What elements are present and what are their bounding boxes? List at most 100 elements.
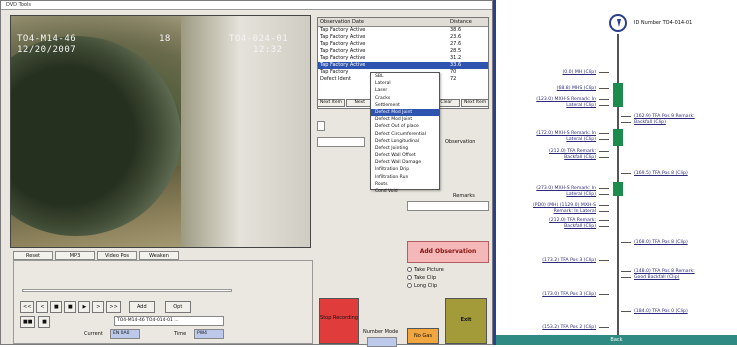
next-item-button[interactable]: Next Item (317, 99, 345, 107)
dropdown-option[interactable]: Defect Out of place (371, 123, 439, 130)
play-button[interactable]: ▶ (78, 301, 91, 313)
tab-weaken[interactable]: Weaken (139, 251, 179, 260)
options-button[interactable]: Opt (164, 301, 191, 313)
log-entry-link[interactable]: (212.0) TFA Remark: (506, 218, 596, 223)
observation-row[interactable]: Tap Factory Active 38.6 (318, 27, 488, 34)
observation-row[interactable]: Tap Factory Active 27.6 (318, 41, 488, 48)
log-entry-link[interactable]: (273.0) MXH-S Remark: In (506, 186, 596, 191)
dropdown-option[interactable]: Infiltration Drip (371, 166, 439, 173)
log-tick (621, 122, 631, 123)
log-footer[interactable]: Back (496, 335, 737, 345)
time-value[interactable]: PW4 (194, 329, 224, 339)
add-button[interactable]: Add (128, 301, 155, 313)
next-item-button-2[interactable]: Next Item (461, 99, 489, 107)
pause-button[interactable]: ■ (64, 301, 77, 313)
observation-distance: 33.6 (450, 62, 462, 68)
dropdown-option[interactable]: Lateral (371, 80, 439, 87)
dropdown-option[interactable]: Defect Jointing (371, 145, 439, 152)
tab-reset[interactable]: Reset (13, 251, 53, 260)
observation-distance: 23.6 (450, 34, 462, 40)
stop-button[interactable]: ■ (50, 301, 63, 313)
osd-asset-id: TO4-M14-46 (17, 34, 77, 44)
log-entry-link[interactable]: (0.0) MH (Clip) (506, 70, 597, 75)
record-mode-button[interactable]: ■■ (20, 316, 36, 328)
record-button[interactable]: ■ (38, 316, 51, 328)
remarks-label: Remarks (453, 193, 475, 199)
dropdown-option[interactable]: Defect Mod Joint (371, 116, 439, 123)
log-tick (599, 220, 609, 221)
radio-long-clip[interactable]: Long Clip (407, 283, 437, 289)
log-entry-link[interactable]: (123.0) MXH-S Remark: In (506, 97, 596, 102)
tab-mp3[interactable]: MP3 (55, 251, 95, 260)
log-entry-link[interactable]: (169.5) TFA Pos 8 (Clip) (634, 171, 688, 176)
log-entry-link[interactable]: (168.0) TFA Pos 8 (Clip) (634, 240, 688, 245)
log-entry-link[interactable]: (PD0) (MH) (1129.0) MXH-S (506, 203, 596, 208)
observation-name: Tap Factory Active (320, 41, 366, 47)
log-entry-link[interactable]: Lateral (Clip) (506, 192, 596, 197)
position-slider[interactable] (22, 289, 232, 292)
no-gas-button[interactable]: No Gas (407, 328, 439, 344)
log-entry-link[interactable]: (153.2) TFA Pos 2 (Clip) (506, 325, 596, 330)
log-tick (599, 327, 609, 328)
number-mode-field[interactable] (367, 337, 397, 347)
observation-row[interactable]: Tap Factory Active 31.2 (318, 55, 488, 62)
stop-recording-button[interactable]: Stop Recording (319, 298, 359, 344)
dropdown-option[interactable]: Defect Wall Offset (371, 152, 439, 159)
tab-video-pos[interactable]: Video Pos (97, 251, 137, 260)
inspection-window: DVD Tools TO4-M14-46 12/20/2007 18 TO4-0… (0, 0, 493, 347)
log-entry-link[interactable]: Lateral (Clip) (506, 137, 596, 142)
dropdown-option[interactable]: Cond Void (371, 188, 439, 195)
log-entry-link[interactable]: (173.2) TFA Pos 3 (Clip) (506, 258, 596, 263)
log-entry-link[interactable]: (172.0) MXH-S Remark: In (506, 131, 596, 136)
remarks-field[interactable] (407, 201, 489, 211)
log-tick (599, 99, 609, 100)
dropdown-option[interactable]: Defect Mod Joint (371, 108, 439, 117)
step-back-button[interactable]: < (36, 301, 49, 313)
dropdown-option[interactable]: Defect Longitudinal (371, 138, 439, 145)
code-field[interactable] (317, 121, 325, 131)
observation-type-dropdown[interactable]: SBL Lateral Laser Cracks Settlement Defect Mo… (370, 72, 440, 194)
dropdown-option[interactable]: Laser (371, 87, 439, 94)
step-forward-button[interactable]: > (92, 301, 105, 313)
dropdown-option[interactable]: Infiltration Run (371, 174, 439, 181)
log-entry-link[interactable]: (184.0) TFA Pos 0 (Clip) (634, 309, 688, 314)
exit-button[interactable]: Exit (445, 298, 487, 344)
fast-forward-button[interactable]: >> (106, 301, 121, 313)
log-entry-link[interactable]: Backfall (Clip) (506, 155, 596, 160)
observation-row[interactable]: Tap Factory Active 23.6 (318, 34, 488, 41)
dropdown-option[interactable]: Settlement (371, 102, 439, 109)
radio-take-picture[interactable]: Take Picture (407, 267, 444, 273)
log-entry-link[interactable]: Good Backfall (Clip) (634, 275, 679, 280)
dropdown-option[interactable]: SBL (371, 73, 439, 80)
dropdown-option[interactable]: Roots (371, 181, 439, 188)
radio-take-clip[interactable]: Take Clip (407, 275, 436, 281)
log-entry-link[interactable]: (162.9) TFA Pos 9 Remark: (634, 114, 695, 119)
add-observation-button[interactable]: Add Observation (407, 241, 489, 263)
log-entry-link[interactable]: (148.0) TFA Pos 8 Remark: (634, 269, 695, 274)
current-value[interactable]: EN 0A0 (110, 329, 140, 339)
rewind-button[interactable]: << (20, 301, 35, 313)
observation-name: Tap Factory Active (320, 55, 366, 61)
observation-row[interactable]: Tap Factory Active 28.5 (318, 48, 488, 55)
log-entry-link[interactable]: Remark: In Lateral (506, 209, 596, 214)
radio-dot (407, 275, 412, 280)
log-tick (621, 116, 631, 117)
record-buttons: ■■ ■ (20, 316, 51, 328)
dropdown-option[interactable]: Defect Wall Damage (371, 159, 439, 166)
col-distance[interactable]: Distance (448, 18, 488, 26)
log-entry-link[interactable]: (173.0) TFA Pos 3 (Clip) (506, 292, 596, 297)
log-entry-link[interactable]: Backfall (Clip) (634, 120, 666, 125)
log-entry-link[interactable]: Backfall (Clip) (506, 224, 596, 229)
dropdown-option[interactable]: Cracks (371, 95, 439, 102)
log-entry-link[interactable]: (212.0) TFA Remark: (506, 149, 596, 154)
col-observation[interactable]: Observation Date (318, 18, 448, 26)
log-tick (599, 139, 609, 140)
observation-name: Tap Factory Active (320, 34, 366, 40)
osd-pipe-id: TO4-024-01 (229, 34, 289, 44)
log-entry-link[interactable]: Lateral (Clip) (506, 103, 596, 108)
clip-combo[interactable]: TO4-M14-46 TO4-014-01 ... (114, 316, 224, 326)
log-entry-link[interactable]: (68.8) MHS (Clip) (506, 86, 596, 91)
dropdown-option[interactable]: Defect Circumferential (371, 131, 439, 138)
observation-field[interactable] (317, 137, 365, 147)
observation-row[interactable]: Tap Factory Active 33.6 (318, 62, 488, 69)
